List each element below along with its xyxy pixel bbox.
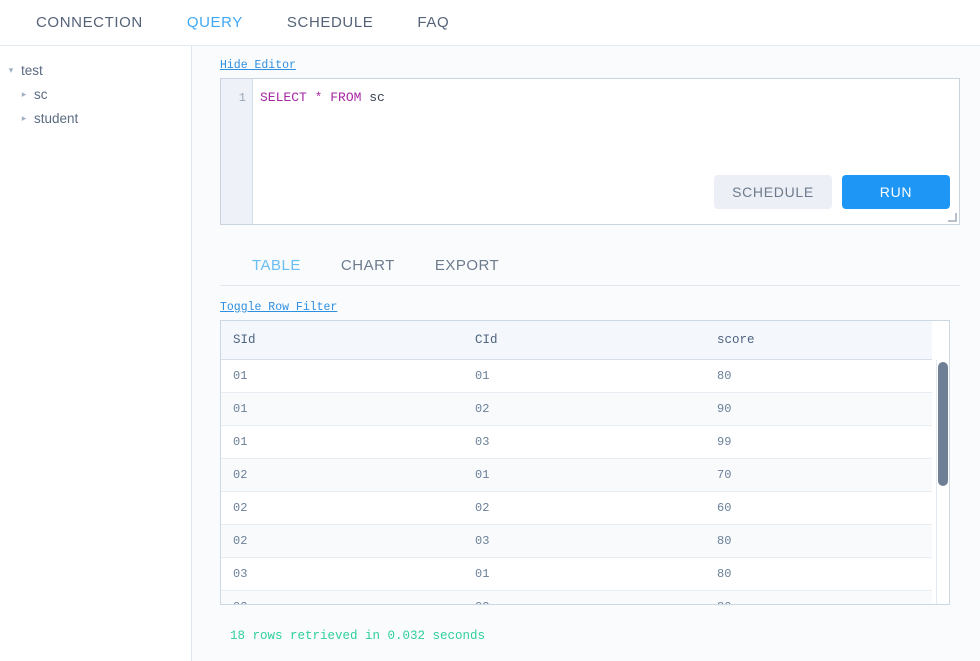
table-cell: 01 (463, 458, 705, 491)
table-row[interactable]: 030280 (221, 590, 932, 605)
top-navigation-bar: CONNECTIONQUERYSCHEDULEFAQ (0, 0, 980, 46)
sql-editor-box[interactable]: 1 SELECT * FROM sc SCHEDULE RUN (220, 78, 960, 225)
table-cell: 02 (221, 458, 463, 491)
chevron-down-icon[interactable]: ▾ (4, 58, 18, 82)
table-cell: 02 (221, 491, 463, 524)
table-cell: 01 (221, 392, 463, 425)
table-cell: 80 (705, 590, 932, 605)
result-table-container: SIdCIdscore 0101800102900103990201700202… (220, 320, 950, 605)
table-cell: 03 (463, 524, 705, 557)
result-tabs: TABLECHARTEXPORT (220, 247, 960, 286)
table-cell: 80 (705, 557, 932, 590)
line-number: 1 (239, 91, 246, 105)
nav-item-connection[interactable]: CONNECTION (14, 0, 165, 45)
table-cell: 01 (463, 557, 705, 590)
result-tab-chart[interactable]: CHART (321, 247, 415, 285)
editor-line-number-gutter: 1 (221, 79, 253, 224)
run-button[interactable]: RUN (842, 175, 950, 209)
chevron-right-icon[interactable]: ▸ (17, 82, 31, 106)
table-cell: 02 (463, 590, 705, 605)
table-cell: 80 (705, 359, 932, 392)
tree-item-label: test (18, 63, 43, 78)
table-row[interactable]: 010290 (221, 392, 932, 425)
sql-identifier-token: sc (369, 90, 385, 105)
result-tab-export[interactable]: EXPORT (415, 247, 519, 285)
table-cell: 90 (705, 392, 932, 425)
table-cell: 99 (705, 425, 932, 458)
chevron-right-icon[interactable]: ▸ (17, 106, 31, 130)
table-cell: 03 (221, 557, 463, 590)
table-cell: 80 (705, 524, 932, 557)
table-cell: 02 (221, 524, 463, 557)
editor-resize-handle[interactable] (948, 213, 957, 222)
table-cell: 70 (705, 458, 932, 491)
result-table: SIdCIdscore 0101800102900103990201700202… (221, 321, 932, 605)
toggle-row-filter-link[interactable]: Toggle Row Filter (220, 301, 337, 314)
schedule-button[interactable]: SCHEDULE (714, 175, 832, 209)
table-row[interactable]: 010399 (221, 425, 932, 458)
result-table-head: SIdCIdscore (221, 321, 932, 359)
table-cell: 02 (463, 392, 705, 425)
table-cell: 03 (463, 425, 705, 458)
table-row[interactable]: 020380 (221, 524, 932, 557)
result-table-body: 0101800102900103990201700202600203800301… (221, 359, 932, 605)
tree-item-sc[interactable]: ▸sc (0, 82, 191, 106)
table-row[interactable]: 010180 (221, 359, 932, 392)
table-cell: 01 (463, 359, 705, 392)
hide-editor-link[interactable]: Hide Editor (220, 59, 296, 72)
table-cell: 01 (221, 359, 463, 392)
nav-item-schedule[interactable]: SCHEDULE (265, 0, 396, 45)
table-cell: 03 (221, 590, 463, 605)
schema-sidebar: ▾test▸sc▸student (0, 46, 192, 661)
table-row[interactable]: 020170 (221, 458, 932, 491)
column-header-score[interactable]: score (705, 321, 932, 359)
query-main-panel: Hide Editor 1 SELECT * FROM sc SCHEDULE … (192, 46, 980, 661)
table-row[interactable]: 030180 (221, 557, 932, 590)
table-vertical-scrollbar[interactable] (936, 360, 949, 604)
column-header-SId[interactable]: SId (221, 321, 463, 359)
tree-item-student[interactable]: ▸student (0, 106, 191, 130)
column-header-CId[interactable]: CId (463, 321, 705, 359)
nav-item-query[interactable]: QUERY (165, 0, 265, 45)
tree-item-label: student (31, 111, 78, 126)
nav-item-faq[interactable]: FAQ (395, 0, 471, 45)
toggle-row-filter-wrap: Toggle Row Filter (192, 286, 980, 320)
table-header-row: SIdCIdscore (221, 321, 932, 359)
query-status-text: 18 rows retrieved in 0.032 seconds (192, 605, 980, 643)
table-scrollbar-thumb[interactable] (938, 362, 948, 486)
hide-editor-link-wrap: Hide Editor (192, 46, 980, 78)
sql-keyword-token: SELECT * FROM (260, 90, 369, 105)
table-cell: 60 (705, 491, 932, 524)
table-cell: 01 (221, 425, 463, 458)
tree-item-test[interactable]: ▾test (0, 58, 191, 82)
table-cell: 02 (463, 491, 705, 524)
table-row[interactable]: 020260 (221, 491, 932, 524)
tree-item-label: sc (31, 87, 48, 102)
result-tab-table[interactable]: TABLE (232, 247, 321, 285)
sql-code-area[interactable]: SELECT * FROM sc SCHEDULE RUN (253, 79, 959, 224)
editor-button-row: SCHEDULE RUN (714, 175, 950, 209)
